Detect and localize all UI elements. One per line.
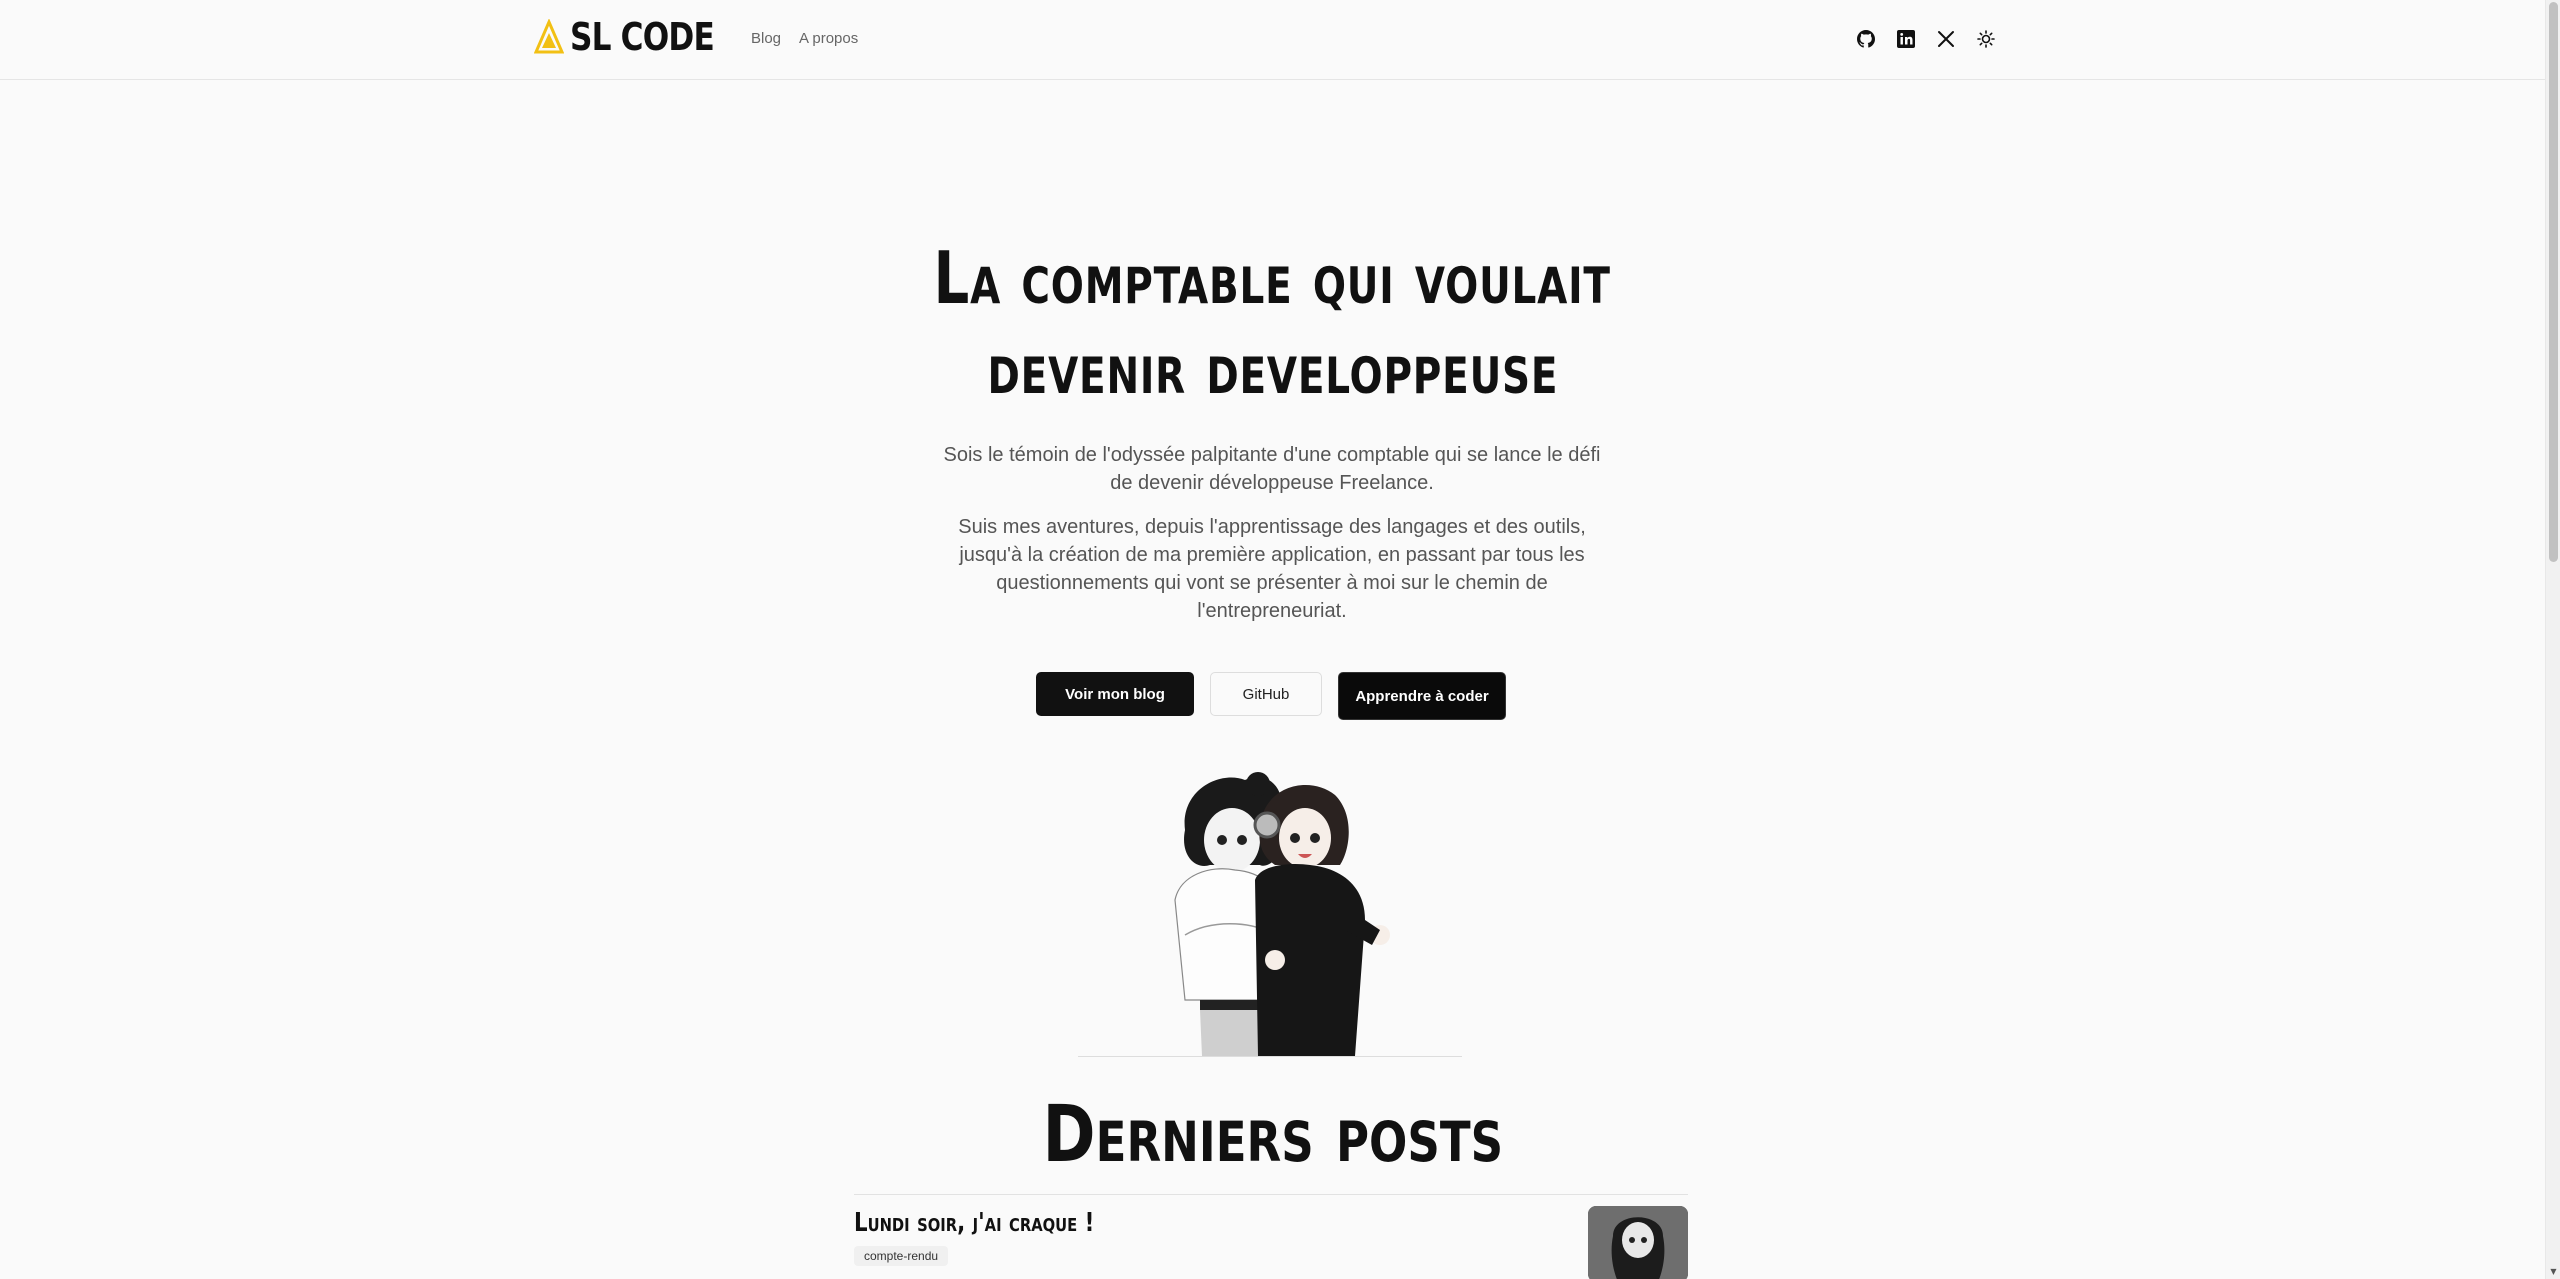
hero-paragraph-2: Suis mes aventures, depuis l'apprentissa… — [958, 516, 1586, 622]
nav-about-link[interactable]: A propos — [799, 30, 858, 47]
post-card[interactable]: Lundi soir, j'ai craque ! compte-rendu — [854, 1204, 1688, 1279]
hero-title-line1: La comptable qui voulait — [933, 236, 1612, 320]
hero-title-line2: devenir developpeuse — [987, 326, 1558, 410]
logo[interactable]: SL CODE — [534, 17, 746, 57]
post-tag[interactable]: compte-rendu — [854, 1246, 949, 1266]
github-icon[interactable] — [1856, 29, 1876, 49]
logo-triangle-icon — [534, 19, 564, 54]
hero-title: La comptable qui voulait devenir develop… — [0, 240, 2545, 420]
posts-divider — [854, 1194, 1688, 1195]
post-title[interactable]: Lundi soir, j'ai craque ! — [854, 1208, 1094, 1238]
latest-posts-title: Derniers posts — [0, 1092, 2545, 1196]
github-button[interactable]: GitHub — [1210, 672, 1322, 716]
post-thumbnail[interactable] — [1588, 1206, 1688, 1279]
page-scrollbar[interactable]: ▼ — [2545, 0, 2560, 1279]
header-icons — [1856, 29, 1996, 49]
hero-divider — [1078, 1056, 1462, 1057]
hero-illustration — [1174, 772, 1390, 1056]
site-header: SL CODE Blog A propos — [0, 0, 2545, 80]
latest-posts-title-text: Derniers posts — [1042, 1090, 1503, 1180]
linkedin-icon[interactable] — [1896, 29, 1916, 49]
post-thumbnail-image — [1588, 1206, 1688, 1279]
girl-right-figure — [1253, 785, 1390, 1056]
logo-text: SL CODE — [570, 15, 715, 59]
x-icon[interactable] — [1936, 29, 1956, 49]
scroll-down-arrow-icon[interactable]: ▼ — [2549, 1267, 2558, 1277]
theme-toggle-icon[interactable] — [1976, 29, 1996, 49]
hero-paragraph-1: Sois le témoin de l'odyssée palpitante d… — [943, 444, 1601, 494]
nav-blog-link[interactable]: Blog — [751, 30, 781, 47]
scrollbar-thumb[interactable] — [2549, 2, 2558, 562]
view-blog-button[interactable]: Voir mon blog — [1036, 672, 1194, 716]
main-nav: Blog A propos — [751, 30, 858, 47]
learn-to-code-button[interactable]: Apprendre à coder — [1338, 672, 1506, 720]
